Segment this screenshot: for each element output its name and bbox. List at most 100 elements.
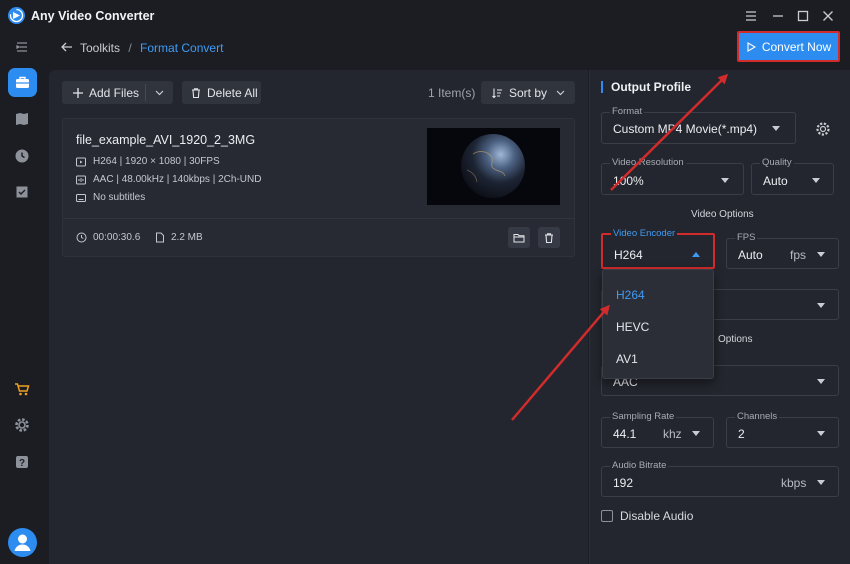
channels-value: 2 [738, 427, 745, 441]
sort-by-label: Sort by [509, 85, 548, 100]
sort-icon [492, 88, 502, 98]
chevron-down-icon[interactable] [154, 87, 165, 98]
format-select[interactable]: Format Custom MP4 Movie(*.mp4) [601, 106, 796, 144]
add-files-label: Add Files [89, 85, 140, 100]
caret-down-icon [817, 252, 825, 257]
encoder-option-hevc[interactable]: HEVC [616, 320, 649, 334]
caret-down-icon [817, 303, 825, 308]
trash-icon [192, 87, 200, 98]
audio-bitrate-unit: kbps [781, 476, 807, 490]
file-size: 2.2 MB [155, 232, 203, 243]
video-options-title: Video Options [691, 209, 754, 220]
settings-icon[interactable] [13, 416, 31, 434]
collapse-menu-icon[interactable] [13, 38, 31, 56]
folder-icon [513, 233, 525, 242]
audio-icon [76, 175, 86, 184]
sidebar-item-toolbox[interactable] [8, 68, 37, 97]
quality-label: Quality [760, 157, 794, 169]
caret-down-icon [817, 379, 825, 384]
sidebar-item-history[interactable] [13, 147, 31, 165]
duration-value: 00:00:30.6 [93, 232, 141, 243]
caret-down-icon [772, 126, 780, 131]
plus-icon [73, 87, 83, 98]
audio-info-row: AAC | 48.00kHz | 140kbps | 2Ch-UND [76, 174, 261, 185]
cart-icon[interactable] [13, 380, 31, 398]
help-icon[interactable]: ? [13, 453, 31, 471]
encoder-option-av1[interactable]: AV1 [616, 352, 638, 366]
subtitle-icon [76, 193, 86, 202]
delete-all-button[interactable]: Delete All [182, 81, 261, 104]
delete-file-button[interactable] [538, 227, 560, 248]
sampling-rate-select[interactable]: Sampling Rate 44.1 khz [601, 411, 714, 448]
fps-label: FPS [735, 232, 758, 244]
disable-audio-checkbox[interactable]: Disable Audio [601, 509, 693, 523]
audio-bitrate-select[interactable]: Audio Bitrate 192 kbps [601, 460, 839, 497]
video-resolution-label: Video Resolution [610, 157, 686, 169]
video-resolution-select[interactable]: Video Resolution 100% [601, 157, 744, 195]
caret-down-icon [721, 178, 729, 183]
video-resolution-value: 100% [613, 174, 644, 188]
sort-by-button[interactable]: Sort by [481, 81, 575, 104]
format-value: Custom MP4 Movie(*.mp4) [613, 122, 758, 136]
subtitle-info-row: No subtitles [76, 192, 145, 203]
caret-down-icon [812, 178, 820, 183]
video-encoder-dropdown: H264 HEVC AV1 [602, 269, 714, 379]
video-encoder-value: H264 [614, 248, 643, 262]
file-icon [156, 232, 164, 243]
file-size-value: 2.2 MB [171, 232, 203, 243]
delete-all-label: Delete All [207, 85, 258, 100]
chevron-down-icon [556, 90, 565, 96]
sidebar-item-tasks[interactable] [13, 183, 31, 201]
fps-value: Auto [738, 248, 763, 262]
app-logo-icon [8, 7, 25, 24]
video-icon [76, 157, 86, 166]
annotation-highlight-convert [737, 31, 840, 62]
video-encoder-select[interactable]: Video Encoder H264 [601, 228, 715, 269]
video-info-row: H264 | 1920 × 1080 | 30FPS [76, 156, 220, 167]
video-encoder-label: Video Encoder [611, 228, 678, 240]
audio-bitrate-value: 192 [613, 476, 634, 490]
channels-label: Channels [735, 411, 780, 423]
profile-settings-icon[interactable] [813, 119, 833, 139]
sampling-rate-label: Sampling Rate [610, 411, 677, 423]
subtitle-info: No subtitles [93, 192, 146, 203]
svg-text:?: ? [19, 458, 25, 469]
audio-options-title: Options [718, 334, 753, 345]
close-button[interactable] [820, 8, 836, 24]
caret-down-icon [692, 431, 700, 436]
fps-select[interactable]: FPS Auto fps [726, 232, 839, 269]
maximize-button[interactable] [795, 8, 811, 24]
channels-select[interactable]: Channels 2 [726, 411, 839, 448]
quality-select[interactable]: Quality Auto [751, 157, 834, 195]
back-arrow-icon[interactable] [60, 40, 74, 54]
audio-info: AAC | 48.00kHz | 140kbps | 2Ch-UND [93, 174, 262, 185]
video-info: H264 | 1920 × 1080 | 30FPS [93, 156, 220, 167]
open-folder-button[interactable] [508, 227, 530, 248]
duration: 00:00:30.6 [76, 232, 140, 243]
file-name: file_example_AVI_1920_2_3MG [76, 133, 256, 147]
caret-down-icon [817, 480, 825, 485]
checkbox-box[interactable] [601, 510, 613, 522]
breadcrumb-separator: / [128, 41, 132, 55]
fps-unit: fps [790, 248, 807, 262]
trash-icon [545, 232, 553, 243]
breadcrumb-toolkits[interactable]: Toolkits [80, 41, 120, 55]
minimize-button[interactable] [770, 8, 786, 24]
user-avatar[interactable] [8, 528, 37, 557]
sampling-rate-unit: khz [663, 427, 682, 441]
button-divider [145, 84, 146, 101]
disable-audio-label: Disable Audio [620, 509, 694, 523]
format-label: Format [610, 106, 645, 118]
quality-value: Auto [763, 174, 788, 188]
encoder-option-h264[interactable]: H264 [616, 288, 645, 302]
breadcrumb-format-convert: Format Convert [140, 41, 224, 55]
card-divider [63, 218, 574, 219]
output-profile-title: Output Profile [601, 81, 691, 93]
video-thumbnail[interactable] [427, 128, 560, 205]
caret-up-icon [692, 252, 700, 257]
add-files-button[interactable]: Add Files [62, 81, 173, 104]
audio-bitrate-label: Audio Bitrate [610, 460, 669, 472]
breadcrumb: / Toolkits / Format Convert [80, 41, 223, 55]
sidebar-item-library[interactable] [13, 110, 31, 128]
menu-icon[interactable] [743, 8, 759, 24]
